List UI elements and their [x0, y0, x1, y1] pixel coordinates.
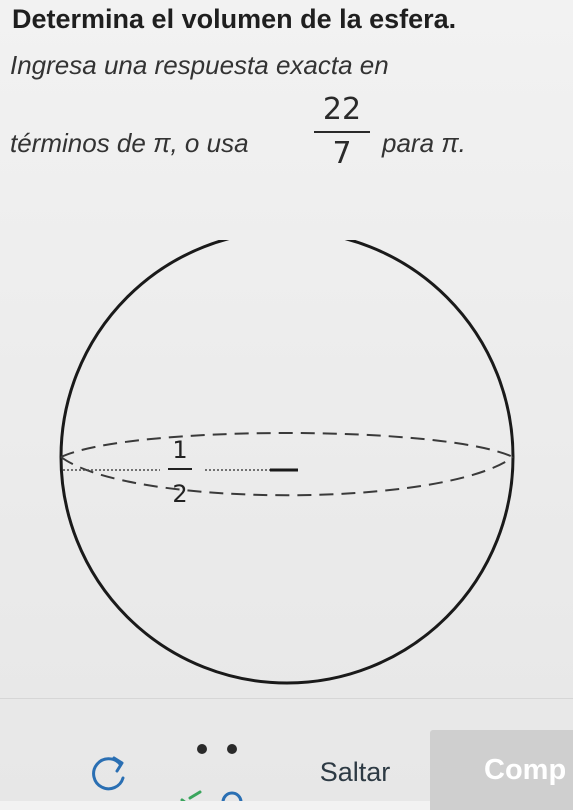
sphere-figure: 1 2: [59, 240, 515, 685]
footer-divider: [0, 698, 573, 699]
pi-fraction-numerator: 22: [322, 92, 362, 127]
equator-front: [60, 456, 514, 497]
refresh-icon: [92, 756, 125, 791]
pi-fraction-denominator: 7: [332, 136, 352, 171]
question-title: Determina el volumen de la esfera.: [12, 4, 457, 34]
skip-button[interactable]: Saltar: [292, 748, 418, 796]
instruction-line-1: Ingresa una respuesta exacta en: [10, 50, 389, 80]
pi-fraction-bar: [314, 131, 370, 133]
progress-indicator: [180, 740, 280, 810]
sphere-outline: [59, 240, 515, 685]
pi-fraction: 22 7: [312, 92, 372, 172]
instruction-line-2-end: para π.: [382, 128, 466, 158]
instruction-line-2: términos de π, o usa: [10, 128, 249, 158]
equator-back: [60, 432, 514, 458]
check-button[interactable]: Comp: [430, 730, 573, 810]
radius-label-numerator: 1: [172, 436, 187, 464]
radius-label-denominator: 2: [172, 480, 187, 508]
dots-progress-icon: [180, 744, 243, 810]
refresh-button[interactable]: [86, 750, 132, 796]
